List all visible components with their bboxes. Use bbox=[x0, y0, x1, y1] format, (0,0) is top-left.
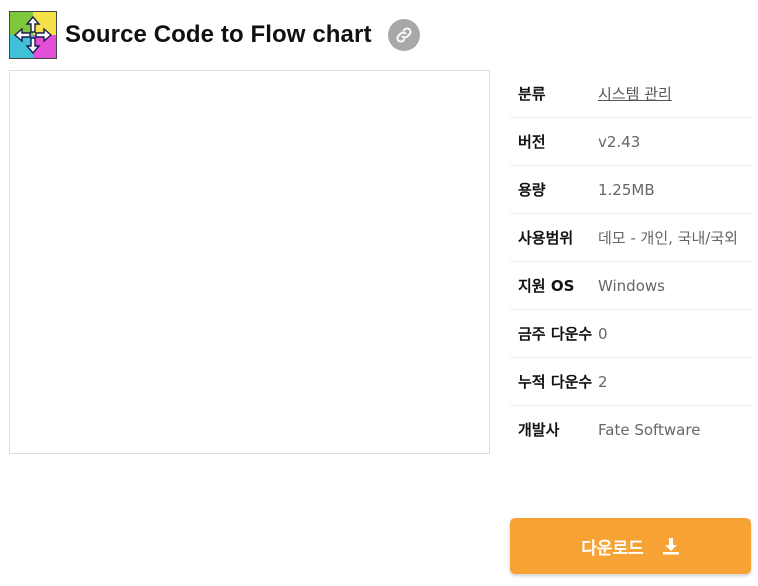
page-header: Source Code to Flow chart bbox=[9, 11, 420, 59]
info-label: 분류 bbox=[518, 85, 546, 103]
download-button[interactable]: 다운로드 bbox=[510, 518, 751, 574]
info-value: 1.25MB bbox=[598, 181, 655, 199]
info-label: 누적 다운수 bbox=[518, 373, 593, 391]
copy-link-button[interactable] bbox=[387, 19, 420, 51]
info-row-size: 용량 1.25MB bbox=[510, 166, 751, 214]
info-label: 금주 다운수 bbox=[518, 325, 593, 343]
info-label: 개발사 bbox=[518, 421, 560, 439]
info-value: 2 bbox=[598, 373, 608, 391]
link-icon bbox=[396, 27, 412, 43]
category-link[interactable]: 시스템 관리 bbox=[598, 82, 751, 106]
info-row-weekly-downloads: 금주 다운수 0 bbox=[510, 310, 751, 358]
info-value: 0 bbox=[598, 325, 608, 343]
info-row-total-downloads: 누적 다운수 2 bbox=[510, 358, 751, 406]
info-row-os: 지원 OS Windows bbox=[510, 262, 751, 310]
info-row-license: 사용범위 데모 - 개인, 국내/국외 bbox=[510, 214, 751, 262]
info-value: 데모 - 개인, 국내/국외 bbox=[598, 229, 738, 247]
info-row-version: 버전 v2.43 bbox=[510, 118, 751, 166]
download-icon bbox=[662, 537, 680, 555]
info-table: 분류 시스템 관리 버전 v2.43 용량 1.25MB 사용범위 데모 - 개… bbox=[510, 70, 751, 453]
info-row-developer: 개발사 Fate Software bbox=[510, 406, 751, 453]
info-value: v2.43 bbox=[598, 133, 641, 151]
download-label: 다운로드 bbox=[581, 538, 644, 559]
info-label: 사용범위 bbox=[518, 229, 574, 247]
page-title: Source Code to Flow chart bbox=[65, 21, 372, 48]
info-label: 버전 bbox=[518, 133, 546, 151]
info-value: Windows bbox=[598, 277, 665, 295]
info-label: 용량 bbox=[518, 181, 546, 199]
info-row-category: 분류 시스템 관리 bbox=[510, 70, 751, 118]
info-label: 지원 OS bbox=[518, 277, 575, 295]
info-value: Fate Software bbox=[598, 421, 701, 439]
flowchart-app-icon bbox=[9, 11, 57, 59]
screenshot-preview bbox=[9, 70, 490, 454]
